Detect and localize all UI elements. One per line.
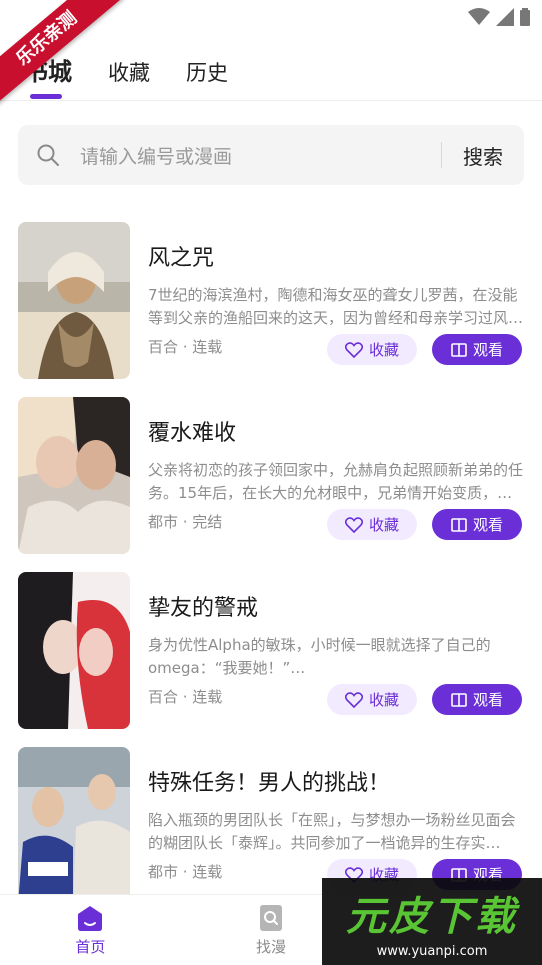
watermark-brand: 元皮下载 [346, 894, 518, 940]
comic-title[interactable]: 挚友的警戒 [148, 590, 524, 622]
search-input[interactable]: 请输入编号或漫画 [80, 142, 441, 169]
watermark-url: www.yuanpi.com [376, 944, 488, 959]
tab-history[interactable]: 历史 [186, 57, 228, 97]
comic-description: 7世纪的海滨渔村，陶德和海女巫的聋女儿罗茜，在没能等到父亲的渔船回来的这天，因为… [148, 286, 524, 327]
favorite-label: 收藏 [368, 691, 399, 709]
find-comic-icon [260, 904, 282, 931]
battery-icon [520, 8, 530, 26]
favorite-label: 收藏 [368, 341, 399, 359]
book-icon [451, 342, 467, 357]
comic-description: 陷入瓶颈的男团队长「在熙」，与梦想办一场粉丝见面会的糊团队长「泰辉」。共同参加了… [148, 811, 516, 852]
comic-info: 覆水难收 父亲将初恋的孩子领回家中，允赫肩负起照顾新弟弟的任务。15年后，在长大… [148, 397, 524, 554]
comic-cover[interactable] [18, 572, 130, 729]
status-icons [468, 8, 530, 26]
top-tabs: 书城 收藏 历史 [24, 52, 228, 99]
nav-home[interactable]: 首页 [0, 895, 181, 965]
favorite-button[interactable]: 收藏 [327, 684, 417, 715]
heart-icon [344, 691, 363, 708]
comic-meta: 都市 · 连载 [148, 863, 223, 881]
read-label: 观看 [472, 516, 503, 534]
favorite-button[interactable]: 收藏 [327, 509, 417, 540]
search-bar: 请输入编号或漫画 搜索 [18, 125, 524, 185]
tabs-divider [0, 100, 542, 101]
favorite-button[interactable]: 收藏 [327, 334, 417, 365]
site-watermark: 元皮下载 www.yuanpi.com [322, 878, 542, 965]
comic-cover[interactable] [18, 397, 130, 554]
cover-image [18, 572, 130, 729]
nav-find-comic-label: 找漫 [256, 937, 287, 956]
comic-list: 风之咒 7世纪的海滨渔村，陶德和海女巫的聋女儿罗茜，在没能等到父亲的渔船回来的这… [18, 222, 524, 922]
cover-image [18, 397, 130, 554]
read-button[interactable]: 观看 [432, 684, 522, 715]
signal-icon [496, 8, 514, 26]
cover-image [18, 747, 130, 904]
search-button[interactable]: 搜索 [442, 141, 524, 170]
comic-description: 身为优性Alpha的敏珠，小时候一眼就选择了自己的omega：“我要她！”… [148, 636, 491, 677]
wifi-icon [468, 8, 490, 25]
comic-cover[interactable] [18, 222, 130, 379]
search-icon [37, 144, 59, 166]
nav-home-label: 首页 [75, 937, 106, 956]
comic-title[interactable]: 特殊任务！男人的挑战！ [148, 765, 524, 797]
heart-icon [344, 516, 363, 533]
comic-title[interactable]: 覆水难收 [148, 415, 524, 447]
read-label: 观看 [472, 341, 503, 359]
comic-meta: 都市 · 完结 [148, 513, 223, 531]
comic-item[interactable]: 风之咒 7世纪的海滨渔村，陶德和海女巫的聋女儿罗茜，在没能等到父亲的渔船回来的这… [18, 222, 524, 397]
book-icon [451, 692, 467, 707]
home-icon [78, 905, 103, 931]
comic-cover[interactable] [18, 747, 130, 904]
book-icon [451, 517, 467, 532]
comic-item[interactable]: 覆水难收 父亲将初恋的孩子领回家中，允赫肩负起照顾新弟弟的任务。15年后，在长大… [18, 397, 524, 572]
read-label: 观看 [472, 691, 503, 709]
comic-meta: 百合 · 连载 [148, 688, 223, 706]
heart-icon [344, 341, 363, 358]
status-bar [0, 0, 542, 36]
comic-info: 挚友的警戒 身为优性Alpha的敏珠，小时候一眼就选择了自己的omega：“我要… [148, 572, 524, 729]
comic-item[interactable]: 挚友的警戒 身为优性Alpha的敏珠，小时候一眼就选择了自己的omega：“我要… [18, 572, 524, 747]
favorite-label: 收藏 [368, 516, 399, 534]
tab-bookstore[interactable]: 书城 [24, 52, 72, 99]
comic-title[interactable]: 风之咒 [148, 240, 524, 272]
read-button[interactable]: 观看 [432, 334, 522, 365]
cover-image [18, 222, 130, 379]
comic-info: 风之咒 7世纪的海滨渔村，陶德和海女巫的聋女儿罗茜，在没能等到父亲的渔船回来的这… [148, 222, 524, 379]
tab-favorites[interactable]: 收藏 [108, 57, 150, 97]
read-button[interactable]: 观看 [432, 509, 522, 540]
comic-meta: 百合 · 连载 [148, 338, 223, 356]
comic-description: 父亲将初恋的孩子领回家中，允赫肩负起照顾新弟弟的任务。15年后，在长大的允材眼中… [148, 461, 524, 502]
